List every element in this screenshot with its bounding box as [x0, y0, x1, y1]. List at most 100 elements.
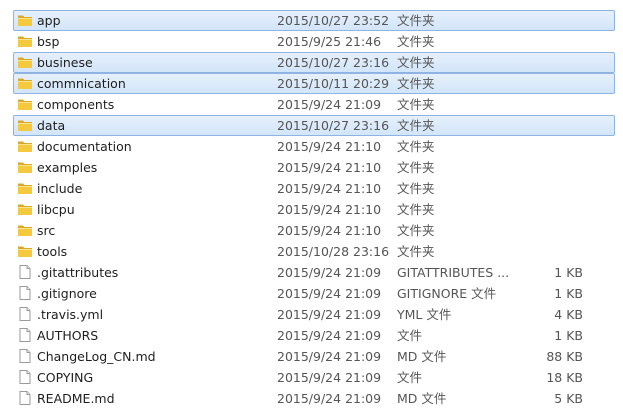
file-date-modified: 2015/9/25 21:46: [277, 34, 382, 49]
file-type: 文件夹: [397, 244, 435, 259]
file-size: 1 KB: [554, 265, 583, 280]
file-icon: [17, 348, 33, 364]
file-row[interactable]: AUTHORS 2015/9/24 21:09 文件 1 KB: [13, 325, 615, 346]
file-row[interactable]: .travis.yml 2015/9/24 21:09 YML 文件 4 KB: [13, 304, 615, 325]
file-name: tools: [37, 244, 68, 259]
file-name: .gitignore: [37, 286, 97, 301]
file-date-modified: 2015/9/24 21:09: [277, 307, 382, 322]
file-type: 文件夹: [397, 97, 435, 112]
folder-icon: [17, 201, 33, 217]
file-row[interactable]: ChangeLog_CN.md 2015/9/24 21:09 MD 文件 88 KB: [13, 346, 615, 367]
file-row[interactable]: libcpu 2015/9/24 21:10 文件夹: [13, 199, 615, 220]
file-icon: [17, 390, 33, 406]
folder-icon: [17, 12, 33, 28]
file-name: .gitattributes: [37, 265, 119, 280]
file-name: businese: [37, 55, 93, 70]
file-date-modified: 2015/9/24 21:09: [277, 328, 382, 343]
file-date-modified: 2015/9/24 21:09: [277, 265, 382, 280]
file-name: components: [37, 97, 115, 112]
folder-icon: [17, 75, 33, 91]
file-row[interactable]: bsp 2015/9/25 21:46 文件夹: [13, 31, 615, 52]
file-row[interactable]: .gitattributes 2015/9/24 21:09 GITATTRIBUT…: [13, 262, 615, 283]
file-name: README.md: [37, 391, 115, 406]
file-type: MD 文件: [397, 391, 447, 406]
file-date-modified: 2015/9/24 21:10: [277, 160, 382, 175]
file-type: YML 文件: [397, 307, 452, 322]
file-list: app 2015/10/27 23:52 文件夹 bsp 2015/9/25 21:46…: [0, 0, 623, 410]
file-icon: [17, 285, 33, 301]
file-name: bsp: [37, 34, 60, 49]
file-name: documentation: [37, 139, 132, 154]
file-row[interactable]: .gitignore 2015/9/24 21:09 GITIGNORE 文件 1 K…: [13, 283, 615, 304]
file-row[interactable]: tools 2015/10/28 23:16 文件夹: [13, 241, 615, 262]
file-type: GITIGNORE 文件: [397, 286, 497, 301]
folder-icon: [17, 243, 33, 259]
file-date-modified: 2015/9/24 21:09: [277, 349, 382, 364]
file-row[interactable]: app 2015/10/27 23:52 文件夹: [13, 10, 615, 31]
file-name: src: [37, 223, 56, 238]
file-type: 文件夹: [397, 202, 435, 217]
file-name: commnication: [37, 76, 126, 91]
file-date-modified: 2015/10/28 23:16: [277, 244, 390, 259]
file-date-modified: 2015/10/27 23:16: [277, 118, 390, 133]
file-size: 5 KB: [554, 391, 583, 406]
file-row[interactable]: examples 2015/9/24 21:10 文件夹: [13, 157, 615, 178]
file-date-modified: 2015/9/24 21:10: [277, 223, 382, 238]
file-row[interactable]: README.md 2015/9/24 21:09 MD 文件 5 KB: [13, 388, 615, 409]
file-date-modified: 2015/9/24 21:10: [277, 181, 382, 196]
file-date-modified: 2015/10/27 23:52: [277, 13, 390, 28]
file-size: 1 KB: [554, 286, 583, 301]
file-type: 文件夹: [397, 223, 435, 238]
file-name: app: [37, 13, 61, 28]
file-type: 文件夹: [397, 181, 435, 196]
file-name: COPYING: [37, 370, 94, 385]
file-name: ChangeLog_CN.md: [37, 349, 156, 364]
file-icon: [17, 306, 33, 322]
file-name: examples: [37, 160, 98, 175]
file-size: 4 KB: [554, 307, 583, 322]
file-row[interactable]: businese 2015/10/27 23:16 文件夹: [13, 52, 615, 73]
file-type: 文件: [397, 370, 423, 385]
file-date-modified: 2015/9/24 21:10: [277, 202, 382, 217]
file-type: 文件夹: [397, 118, 435, 133]
file-date-modified: 2015/10/11 20:29: [277, 76, 390, 91]
folder-icon: [17, 159, 33, 175]
file-type: 文件夹: [397, 13, 435, 28]
folder-icon: [17, 117, 33, 133]
folder-icon: [17, 180, 33, 196]
file-date-modified: 2015/10/27 23:16: [277, 55, 390, 70]
file-name: data: [37, 118, 66, 133]
file-name: .travis.yml: [37, 307, 104, 322]
file-type: GITATTRIBUTES ...: [397, 265, 510, 280]
folder-icon: [17, 54, 33, 70]
file-row[interactable]: documentation 2015/9/24 21:10 文件夹: [13, 136, 615, 157]
file-date-modified: 2015/9/24 21:09: [277, 286, 382, 301]
file-name: AUTHORS: [37, 328, 99, 343]
file-size: 1 KB: [554, 328, 583, 343]
folder-icon: [17, 138, 33, 154]
file-type: 文件: [397, 328, 423, 343]
file-row[interactable]: commnication 2015/10/11 20:29 文件夹: [13, 73, 615, 94]
folder-icon: [17, 222, 33, 238]
file-icon: [17, 369, 33, 385]
file-type: 文件夹: [397, 160, 435, 175]
file-icon: [17, 264, 33, 280]
file-row[interactable]: components 2015/9/24 21:09 文件夹: [13, 94, 615, 115]
file-row[interactable]: include 2015/9/24 21:10 文件夹: [13, 178, 615, 199]
file-name: libcpu: [37, 202, 75, 217]
folder-icon: [17, 33, 33, 49]
file-date-modified: 2015/9/24 21:09: [277, 370, 382, 385]
file-name: include: [37, 181, 83, 196]
file-date-modified: 2015/9/24 21:09: [277, 391, 382, 406]
file-type: MD 文件: [397, 349, 447, 364]
file-row[interactable]: src 2015/9/24 21:10 文件夹: [13, 220, 615, 241]
file-type: 文件夹: [397, 139, 435, 154]
file-type: 文件夹: [397, 55, 435, 70]
file-type: 文件夹: [397, 76, 435, 91]
file-row[interactable]: data 2015/10/27 23:16 文件夹: [13, 115, 615, 136]
file-row[interactable]: COPYING 2015/9/24 21:09 文件 18 KB: [13, 367, 615, 388]
file-icon: [17, 327, 33, 343]
file-size: 18 KB: [546, 370, 583, 385]
folder-icon: [17, 96, 33, 112]
file-date-modified: 2015/9/24 21:10: [277, 139, 382, 154]
